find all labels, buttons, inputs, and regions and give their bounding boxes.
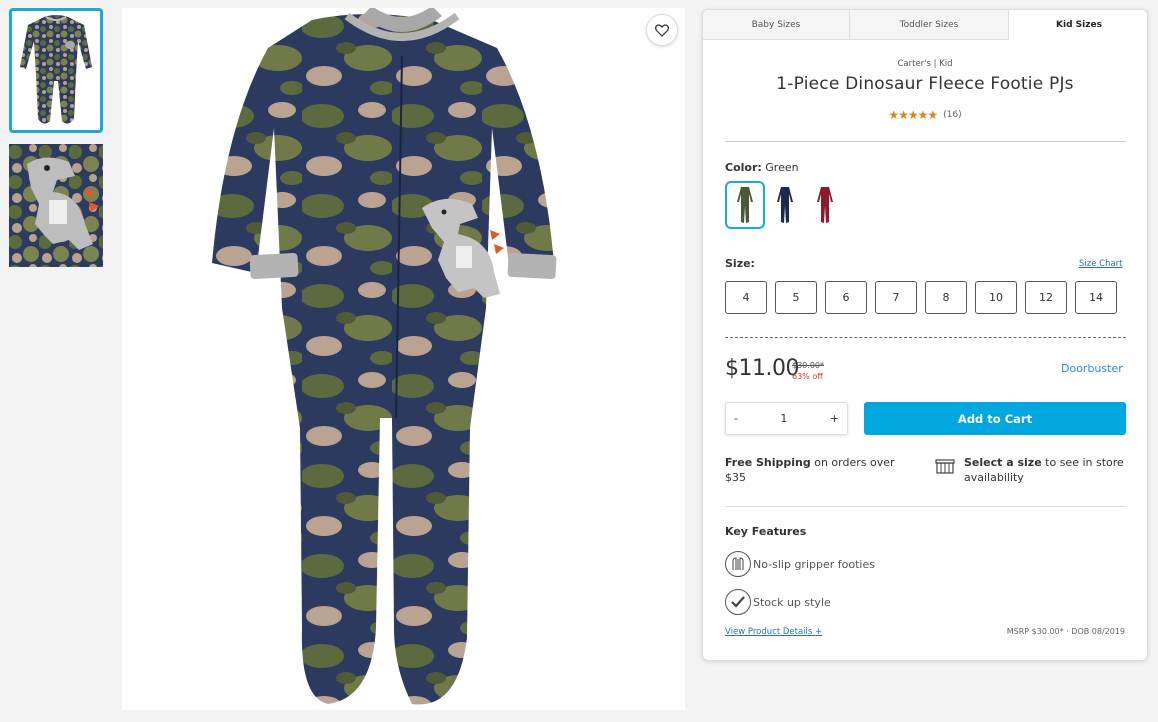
size-range-tabs: Baby Sizes Toddler Sizes Kid Sizes xyxy=(703,10,1147,40)
product-info-panel: Baby Sizes Toddler Sizes Kid Sizes Carte… xyxy=(702,9,1148,661)
tab-baby-sizes[interactable]: Baby Sizes xyxy=(703,10,850,40)
checkmark-icon xyxy=(725,589,751,615)
size-label: Size: xyxy=(725,257,755,270)
size-option-5[interactable]: 5 xyxy=(775,281,817,314)
size-option-12[interactable]: 12 xyxy=(1025,281,1067,314)
footie-pajama-image xyxy=(212,8,557,705)
dino-detail-thumbnail-image xyxy=(9,144,103,267)
heart-icon xyxy=(655,23,669,37)
size-option-14[interactable]: 14 xyxy=(1075,281,1117,314)
quantity-value[interactable]: 1 xyxy=(780,412,787,425)
divider xyxy=(725,141,1126,142)
size-option-10[interactable]: 10 xyxy=(975,281,1017,314)
feature-label: Stock up style xyxy=(753,595,831,609)
product-rating[interactable]: ★★★★★ (16) xyxy=(703,108,1147,122)
swatch-navy-image xyxy=(777,187,793,223)
swatch-green-image xyxy=(737,187,753,223)
footie-thumbnail-image xyxy=(20,15,92,124)
brand-label: Carter's | Kid xyxy=(897,59,953,69)
add-to-cart-button[interactable]: Add to Cart xyxy=(864,402,1126,435)
color-label-text: Color: xyxy=(725,161,762,174)
tab-kid-sizes[interactable]: Kid Sizes xyxy=(1009,10,1147,40)
free-shipping-bold: Free Shipping xyxy=(725,456,811,469)
wishlist-heart-button[interactable] xyxy=(646,14,678,46)
footie-grip-icon xyxy=(725,551,751,577)
size-chart-link[interactable]: Size Chart xyxy=(1079,259,1123,269)
selected-color: Green xyxy=(765,161,799,174)
size-option-6[interactable]: 6 xyxy=(825,281,867,314)
current-price: $11.00 xyxy=(725,356,799,381)
color-swatch-green[interactable] xyxy=(725,181,765,229)
quantity-increase-button[interactable]: + xyxy=(830,412,839,425)
dashed-divider xyxy=(725,337,1126,338)
feature-label: No-slip gripper footies xyxy=(753,557,875,571)
view-product-details-link[interactable]: View Product Details + xyxy=(725,627,822,637)
thumbnail-dino-detail[interactable] xyxy=(9,144,103,267)
doorbuster-badge: Doorbuster xyxy=(1061,362,1123,375)
feature-item: Stock up style xyxy=(725,589,831,615)
store-icon xyxy=(935,459,955,474)
discount-percent: 63% off xyxy=(792,372,823,381)
swatch-burgundy-image xyxy=(817,187,833,223)
msrp-info: MSRP $30.00* · DOB 08/2019 xyxy=(1006,627,1125,636)
key-features-title: Key Features xyxy=(725,525,807,538)
main-product-image[interactable] xyxy=(122,8,685,710)
tab-toddler-sizes[interactable]: Toddler Sizes xyxy=(850,10,1009,40)
quantity-decrease-button[interactable]: - xyxy=(734,412,738,425)
color-label: Color: Green xyxy=(725,161,799,174)
size-option-8[interactable]: 8 xyxy=(925,281,967,314)
thumbnail-footie-front[interactable] xyxy=(9,8,103,133)
free-shipping-info: Free Shipping on orders over $35 xyxy=(725,455,905,485)
size-option-7[interactable]: 7 xyxy=(875,281,917,314)
store-availability-info[interactable]: Select a size to see in store availabili… xyxy=(964,455,1129,485)
quantity-stepper: - 1 + xyxy=(725,402,848,435)
review-count: (16) xyxy=(943,110,962,120)
select-size-bold: Select a size xyxy=(964,456,1042,469)
divider xyxy=(725,506,1126,507)
details-link-text: View Product Details xyxy=(725,627,813,637)
product-title: 1-Piece Dinosaur Fleece Footie PJs xyxy=(776,74,1074,94)
plus-icon: + xyxy=(815,627,823,637)
size-option-4[interactable]: 4 xyxy=(725,281,767,314)
color-swatch-navy[interactable] xyxy=(765,181,805,229)
feature-item: No-slip gripper footies xyxy=(725,551,875,577)
color-swatch-burgundy[interactable] xyxy=(805,181,845,229)
rating-stars: ★★★★★ xyxy=(888,108,938,122)
original-price: $30.00* xyxy=(792,361,824,370)
